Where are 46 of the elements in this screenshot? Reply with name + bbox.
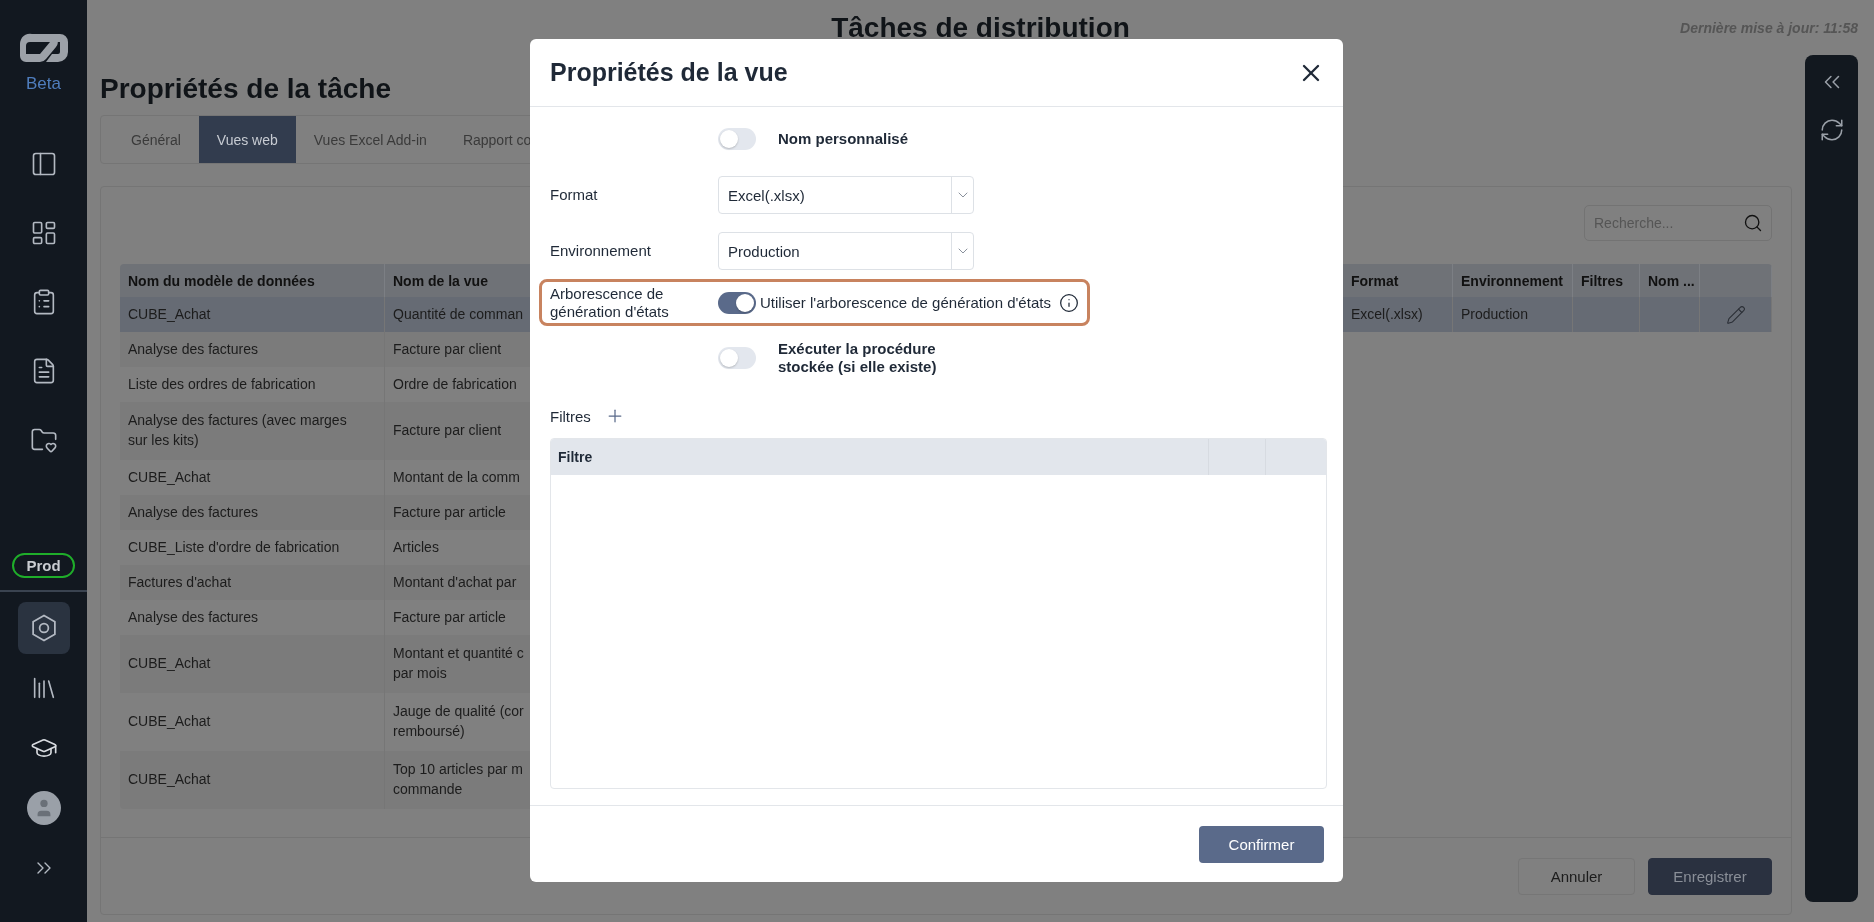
toggle-label: Nom personnalisé bbox=[778, 130, 909, 148]
column-header: Environnement bbox=[1453, 264, 1573, 297]
column-header: Filtre bbox=[551, 439, 1209, 475]
table-cell: CUBE_Achat bbox=[120, 635, 385, 693]
page-title: Propriétés de la tâche bbox=[100, 73, 391, 105]
beta-label: Beta bbox=[26, 74, 61, 94]
toggle-switch[interactable] bbox=[718, 347, 756, 369]
table-cell: Excel(.xlsx) bbox=[1343, 297, 1453, 332]
toggle-label: Exécuter la procédure stockée (si elle existe) bbox=[778, 340, 938, 376]
environment-badge: Prod bbox=[12, 553, 75, 578]
field-label: Format bbox=[550, 186, 599, 204]
select-field[interactable]: Excel(.xlsx) bbox=[718, 176, 974, 214]
search-icon bbox=[1743, 213, 1763, 233]
tab[interactable]: Général bbox=[113, 116, 199, 163]
info-icon[interactable] bbox=[1058, 292, 1079, 313]
table-cell: CUBE_Achat bbox=[120, 751, 385, 809]
select-field[interactable]: Production bbox=[718, 232, 974, 270]
tab[interactable]: Vues web bbox=[198, 116, 296, 163]
column-header: Nom du modèle de données bbox=[120, 264, 385, 297]
column-header: Nom ... bbox=[1640, 264, 1700, 297]
table-cell bbox=[1573, 297, 1640, 332]
refresh-icon bbox=[1818, 117, 1845, 143]
table-cell: Factures d'achat bbox=[120, 565, 385, 600]
table-cell: Analyse des factures bbox=[120, 332, 385, 367]
avatar-icon bbox=[26, 791, 61, 825]
column-header: Filtres bbox=[1573, 264, 1640, 297]
column-header: Format bbox=[1343, 264, 1453, 297]
field-label: Environnement bbox=[550, 242, 652, 260]
save-button[interactable]: Enregistrer bbox=[1648, 857, 1772, 895]
dialog-title: Propriétés de la vue bbox=[550, 58, 788, 87]
table-cell: Analyse des factures bbox=[120, 495, 385, 530]
filters-label: Filtres bbox=[550, 407, 591, 425]
sidebar-item[interactable] bbox=[17, 602, 70, 654]
folder-heart-icon bbox=[29, 426, 58, 454]
tab[interactable]: Vues Excel Add-in bbox=[295, 116, 445, 163]
table-cell: Production bbox=[1453, 297, 1573, 332]
table-cell: CUBE_Achat bbox=[120, 297, 385, 332]
confirm-button[interactable]: Confirmer bbox=[1199, 825, 1324, 863]
table-cell: Analyse des factures (avec marges sur les kits) bbox=[120, 402, 385, 460]
toggle-switch[interactable] bbox=[718, 291, 756, 314]
refresh-button[interactable] bbox=[1818, 117, 1845, 143]
page-header-title: Tâches de distribution bbox=[831, 11, 1130, 44]
toggle-label: Utiliser l'arborescence de génération d'états bbox=[760, 293, 1051, 312]
toggle-switch[interactable] bbox=[718, 128, 756, 150]
field-label: Arborescence de génération d'états bbox=[550, 284, 670, 321]
cancel-button[interactable]: Annuler bbox=[1518, 857, 1635, 895]
